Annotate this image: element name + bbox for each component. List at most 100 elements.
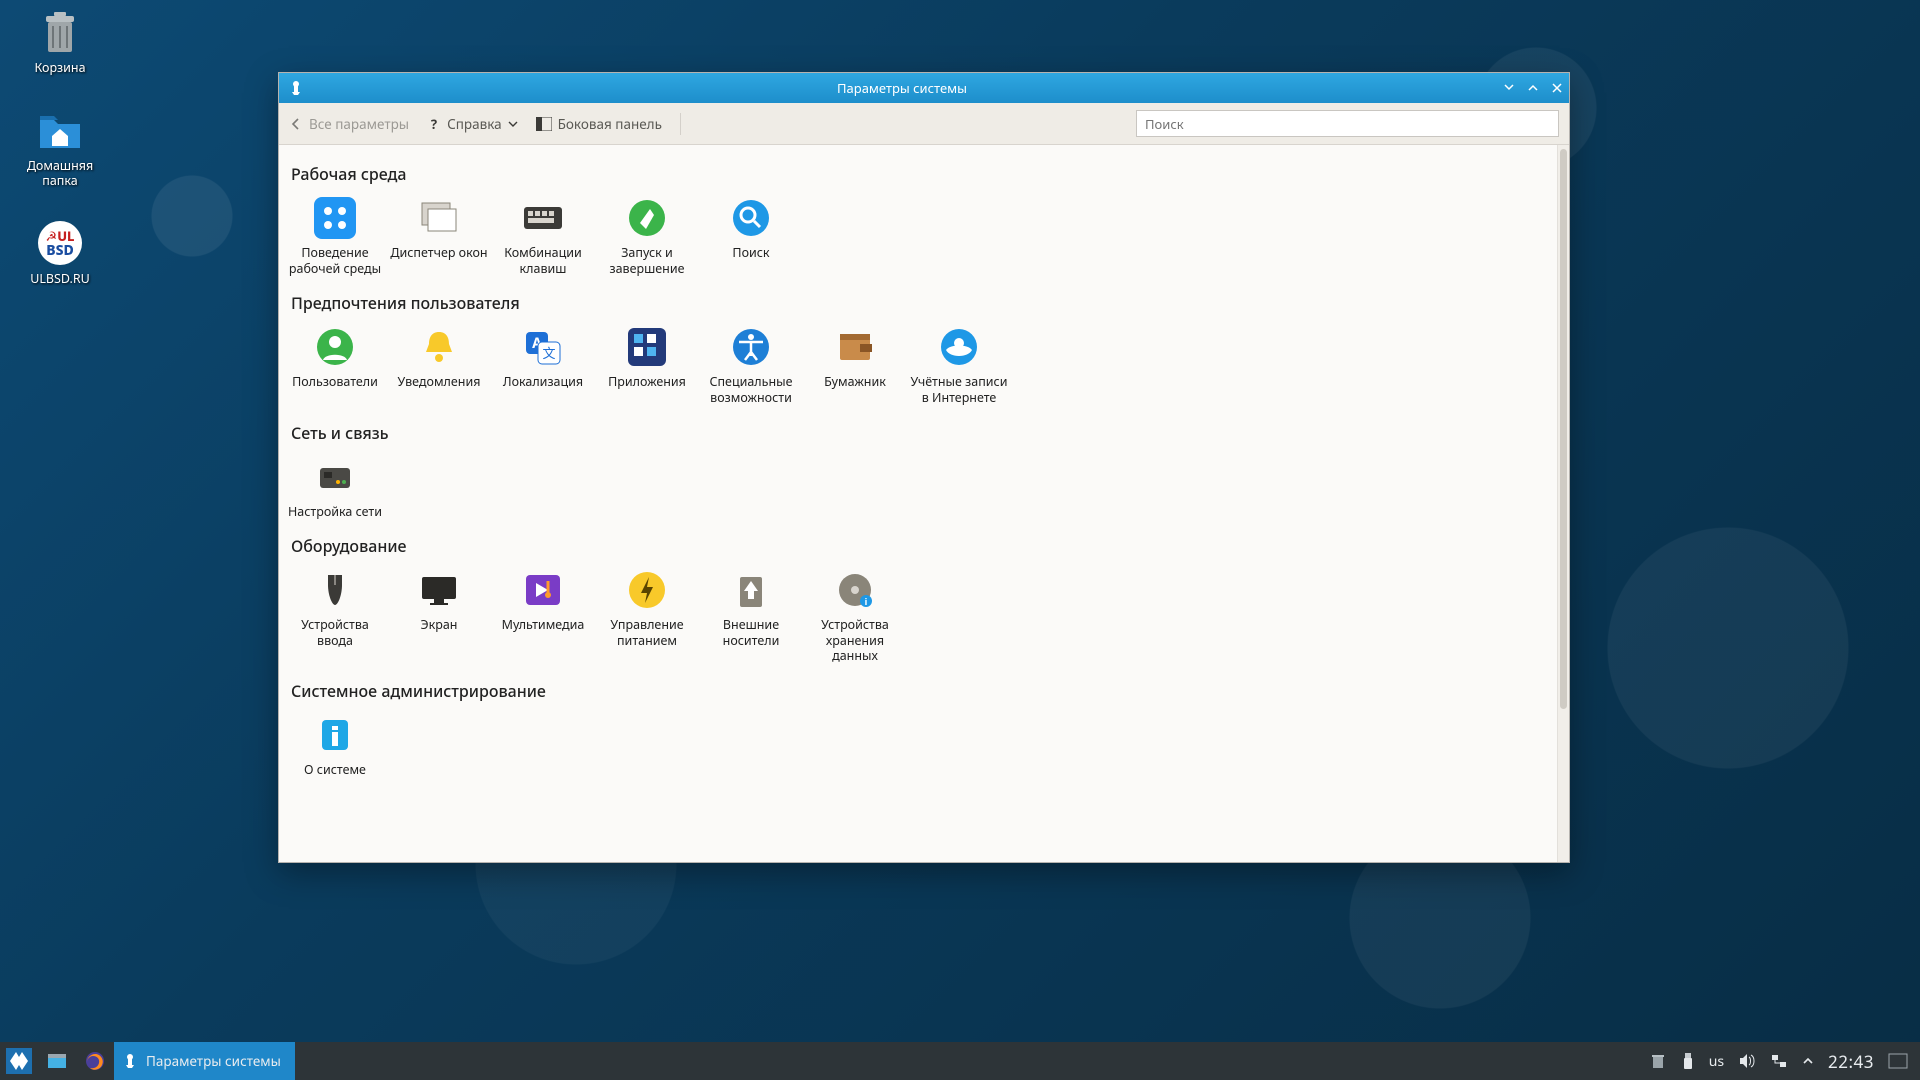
section-grid: Настройка сети	[279, 450, 1557, 528]
app-icon	[285, 80, 307, 96]
settings-item-network[interactable]: Настройка сети	[283, 450, 387, 528]
search-box[interactable]	[1136, 110, 1559, 137]
startup-shutdown-icon	[626, 197, 668, 239]
settings-item-label: Экран	[421, 617, 458, 633]
users-icon	[314, 326, 356, 368]
maximize-button[interactable]	[1521, 73, 1545, 103]
section-grid: Пользователи Уведомления A文ЛокализацияПрил…	[279, 320, 1557, 413]
sidebar-icon	[536, 117, 552, 131]
back-label: Все параметры	[309, 115, 409, 133]
window-manager-icon	[418, 197, 460, 239]
tray-trash-icon[interactable]	[1649, 1052, 1667, 1070]
settings-item-applications[interactable]: Приложения	[595, 320, 699, 413]
settings-item-shortcuts[interactable]: Комбинации клавиш	[491, 191, 595, 284]
settings-item-locale[interactable]: A文Локализация	[491, 320, 595, 413]
workspace-behavior-icon	[314, 197, 356, 239]
display-icon	[418, 569, 460, 611]
file-manager-button[interactable]	[38, 1042, 76, 1080]
settings-item-workspace-behavior[interactable]: Поведение рабочей среды	[283, 191, 387, 284]
settings-item-startup-shutdown[interactable]: Запуск и завершение	[595, 191, 699, 284]
toolbar: Все параметры ? Справка Боковая панель	[279, 103, 1569, 145]
settings-item-label: Поведение рабочей среды	[285, 245, 385, 276]
app-launcher-button[interactable]	[0, 1042, 38, 1080]
settings-item-notifications[interactable]: Уведомления	[387, 320, 491, 413]
settings-item-removable[interactable]: Внешние носители	[699, 563, 803, 672]
wallet-icon	[834, 326, 876, 368]
settings-item-label: Управление питанием	[597, 617, 697, 648]
desktop-icon-trash[interactable]: Корзина	[10, 8, 110, 76]
desktop-icon-ulbsd[interactable]: ☭ULBSD ULBSD.RU	[10, 219, 110, 287]
tray-clock[interactable]: 22:43	[1828, 1050, 1874, 1073]
svg-text:i: i	[865, 595, 868, 608]
ulbsd-icon: ☭ULBSD	[36, 219, 84, 267]
settings-item-search[interactable]: Поиск	[699, 191, 803, 284]
input-devices-icon	[314, 569, 356, 611]
tray-expand-icon[interactable]	[1802, 1055, 1814, 1067]
settings-item-label: Диспетчер окон	[390, 245, 487, 261]
settings-item-users[interactable]: Пользователи	[283, 320, 387, 413]
window-title: Параметры системы	[307, 79, 1497, 97]
settings-item-label: Уведомления	[398, 374, 481, 390]
settings-item-accessibility[interactable]: Специальные возможности	[699, 320, 803, 413]
settings-item-multimedia[interactable]: Мультимедиа	[491, 563, 595, 672]
settings-item-label: Внешние носители	[701, 617, 801, 648]
back-button[interactable]: Все параметры	[289, 115, 409, 133]
network-icon	[314, 456, 356, 498]
power-icon	[626, 569, 668, 611]
scrollbar-thumb[interactable]	[1560, 149, 1567, 709]
close-button[interactable]	[1545, 73, 1569, 103]
section-grid: Устройства ввода Экран Мультимедиа Управлен…	[279, 563, 1557, 672]
svg-text:?: ?	[431, 117, 437, 131]
search-input[interactable]	[1145, 115, 1550, 133]
firefox-button[interactable]	[76, 1042, 114, 1080]
settings-item-label: Специальные возможности	[701, 374, 801, 405]
shortcuts-icon	[522, 197, 564, 239]
settings-item-label: Устройства хранения данных	[805, 617, 905, 664]
desktop-icon-label: Домашняя папка	[10, 158, 110, 189]
trash-icon	[36, 8, 84, 56]
settings-item-label: Пользователи	[292, 374, 378, 390]
sidebar-toggle-button[interactable]: Боковая панель	[536, 115, 662, 133]
tray-keyboard-layout[interactable]: us	[1709, 1052, 1724, 1071]
settings-item-window-manager[interactable]: Диспетчер окон	[387, 191, 491, 284]
tray-usb-icon[interactable]	[1681, 1052, 1695, 1070]
svg-text:文: 文	[542, 344, 555, 362]
titlebar[interactable]: Параметры системы	[279, 73, 1569, 103]
section-title: Оборудование	[279, 527, 1557, 563]
settings-item-wallet[interactable]: Бумажник	[803, 320, 907, 413]
section-title: Предпочтения пользователя	[279, 284, 1557, 320]
settings-item-display[interactable]: Экран	[387, 563, 491, 672]
settings-item-storage[interactable]: i Устройства хранения данных	[803, 563, 907, 672]
settings-icon	[122, 1053, 138, 1069]
section-grid: Поведение рабочей среды Диспетчер окон Ком…	[279, 191, 1557, 284]
question-icon: ?	[427, 117, 441, 131]
settings-item-input-devices[interactable]: Устройства ввода	[283, 563, 387, 672]
minimize-button[interactable]	[1497, 73, 1521, 103]
settings-item-about[interactable]: О системе	[283, 708, 387, 786]
about-icon	[314, 714, 356, 756]
applications-icon	[626, 326, 668, 368]
help-button[interactable]: ? Справка	[427, 115, 518, 133]
tray-network-icon[interactable]	[1770, 1052, 1788, 1070]
system-tray: us 22:43	[1637, 1050, 1920, 1073]
desktop-icon-label: Корзина	[34, 60, 85, 76]
taskbar: Параметры системы us 22:43	[0, 1042, 1920, 1080]
settings-item-label: Устройства ввода	[285, 617, 385, 648]
home-folder-icon	[36, 106, 84, 154]
settings-window: Параметры системы Все параметры ? Справк…	[278, 72, 1570, 863]
settings-item-power[interactable]: Управление питанием	[595, 563, 699, 672]
settings-item-online-accounts[interactable]: Учётные записи в Интернете	[907, 320, 1011, 413]
desktop-icon-home[interactable]: Домашняя папка	[10, 106, 110, 189]
task-label: Параметры системы	[146, 1052, 281, 1070]
chevron-down-icon	[508, 119, 518, 129]
settings-item-label: Комбинации клавиш	[493, 245, 593, 276]
tray-show-desktop[interactable]	[1888, 1053, 1908, 1069]
scrollbar[interactable]	[1557, 145, 1569, 862]
settings-item-label: Мультимедиа	[502, 617, 585, 633]
removable-icon	[730, 569, 772, 611]
sidebar-label: Боковая панель	[558, 115, 662, 133]
task-settings[interactable]: Параметры системы	[114, 1042, 295, 1080]
settings-body: Рабочая средаПоведение рабочей средыДисп…	[279, 145, 1557, 862]
tray-volume-icon[interactable]	[1738, 1052, 1756, 1070]
settings-item-label: Учётные записи в Интернете	[909, 374, 1009, 405]
